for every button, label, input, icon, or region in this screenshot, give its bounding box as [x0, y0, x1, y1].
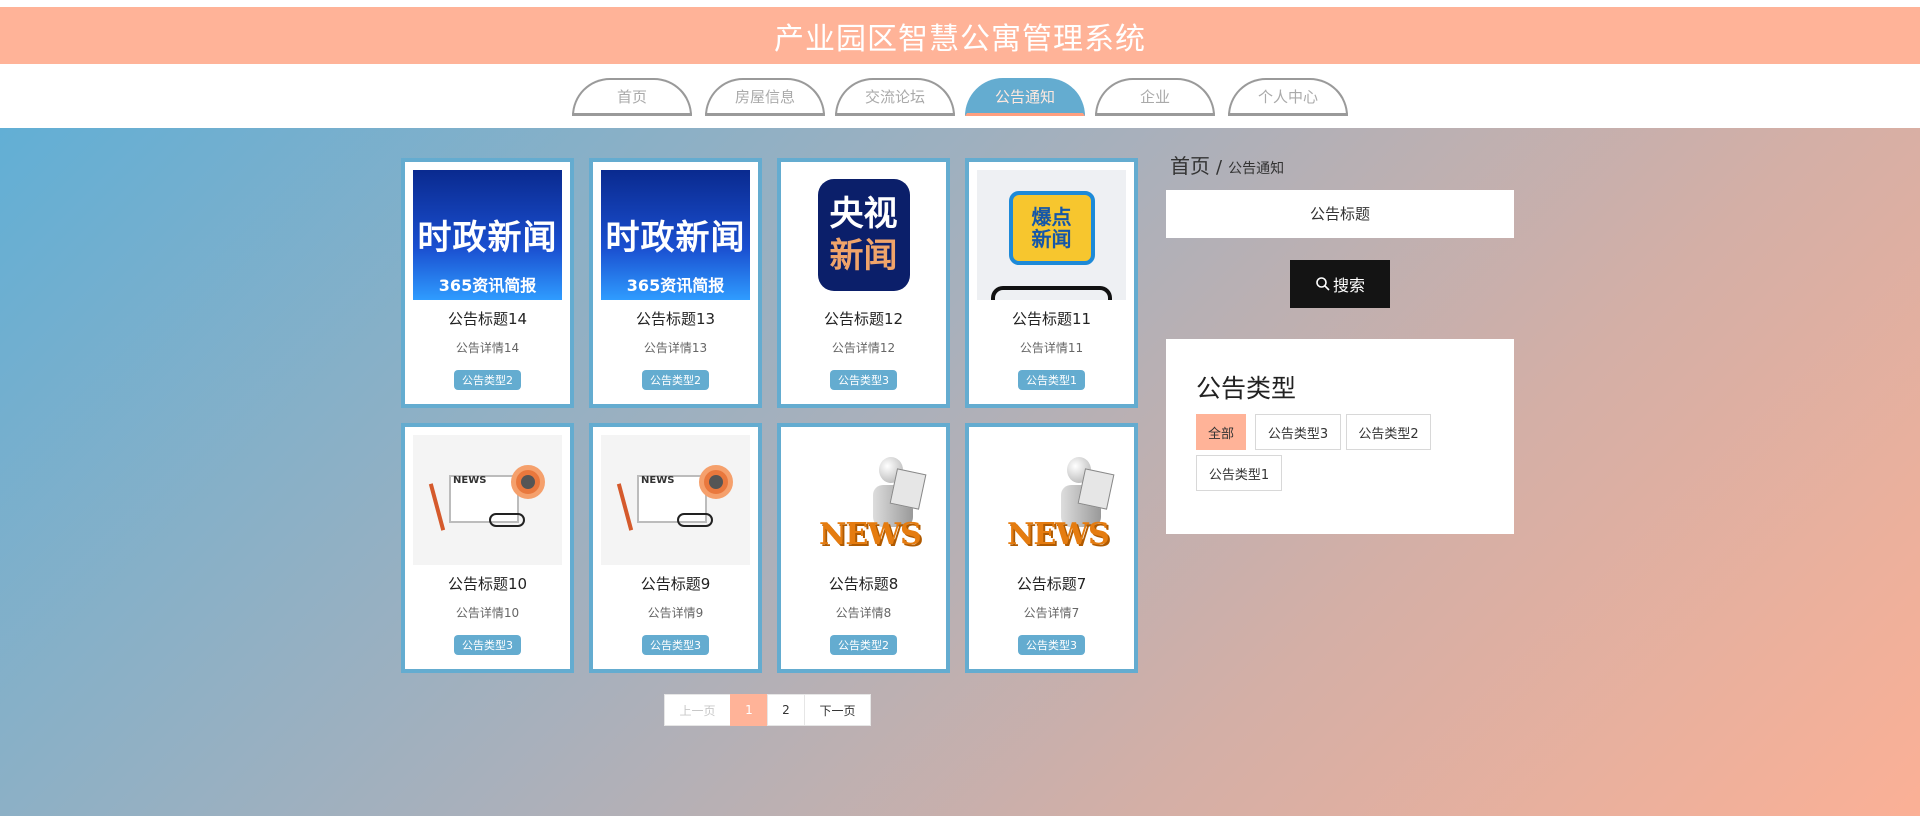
type-filter-heading: 公告类型 [1196, 374, 1297, 403]
content-area [0, 128, 1920, 816]
header-bar: 产业园区智慧公寓管理系统 [0, 7, 1920, 64]
image-subcaption: 365资讯简报 [438, 276, 537, 295]
app-title: 产业园区智慧公寓管理系统 [774, 21, 1146, 57]
image-caption: NEWS [1007, 517, 1110, 552]
notice-card[interactable]: NEWS 公告标题8 公告详情8 公告类型2 [777, 423, 950, 673]
type-filter-all[interactable]: 全部 [1196, 414, 1246, 450]
search-input[interactable] [1166, 190, 1514, 238]
notice-title[interactable]: 公告标题10 [448, 573, 527, 594]
notice-image: NEWS [789, 435, 938, 565]
cctv-logo: 央视 新闻 [817, 179, 910, 291]
pen-graphic [428, 483, 446, 531]
notice-card[interactable]: NEWS 公告标题10 公告详情10 公告类型3 [401, 423, 574, 673]
page-button-1[interactable]: 1 [730, 694, 768, 726]
notice-title[interactable]: 公告标题11 [1012, 308, 1091, 329]
phone-graphic [991, 286, 1112, 300]
image-caption: NEWS [641, 475, 675, 486]
image-caption: NEWS [453, 475, 487, 486]
notice-desc: 公告详情13 [643, 341, 708, 355]
notice-card[interactable]: NEWS 公告标题7 公告详情7 公告类型3 [965, 423, 1138, 673]
image-caption: 央视 [829, 194, 898, 234]
pagination: 上一页 1 2 下一页 [664, 694, 871, 726]
image-subcaption: 365资讯简报 [626, 276, 725, 295]
search-icon [1316, 277, 1330, 291]
notice-type-badge: 公告类型3 [454, 635, 521, 655]
page-button-2[interactable]: 2 [767, 694, 805, 726]
notice-desc: 公告详情12 [831, 341, 896, 355]
breadcrumb: 首页 / 公告通知 [1170, 150, 1284, 179]
nav-item-enterprise[interactable]: 企业 [1095, 78, 1215, 116]
main-nav: 首页 房屋信息 交流论坛 公告通知 企业 个人中心 [0, 64, 1920, 128]
notice-desc: 公告详情10 [455, 606, 520, 620]
breadcrumb-separator: / [1216, 157, 1223, 178]
notice-image: NEWS [413, 435, 562, 565]
notice-desc: 公告详情8 [835, 606, 892, 620]
coffee-cup-graphic [699, 465, 733, 499]
image-caption: 新闻 [829, 236, 898, 276]
notice-title[interactable]: 公告标题8 [829, 573, 899, 594]
notice-image: 时政新闻 365资讯简报 [413, 170, 562, 300]
next-page-button[interactable]: 下一页 [804, 694, 871, 726]
notice-card[interactable]: 时政新闻 365资讯简报 公告标题13 公告详情13 公告类型2 [589, 158, 762, 408]
coffee-cup-graphic [511, 465, 545, 499]
glasses-graphic [489, 513, 525, 527]
type-filter-3[interactable]: 公告类型3 [1255, 414, 1341, 450]
notice-title[interactable]: 公告标题13 [636, 308, 715, 329]
notice-type-badge: 公告类型3 [642, 635, 709, 655]
hot-news-badge: 爆点 新闻 [1008, 191, 1095, 265]
nav-item-forum[interactable]: 交流论坛 [835, 78, 955, 116]
notice-title[interactable]: 公告标题12 [824, 308, 903, 329]
nav-item-home[interactable]: 首页 [572, 78, 692, 116]
nav-item-housing[interactable]: 房屋信息 [705, 78, 825, 116]
newspaper-graphic [1077, 468, 1115, 510]
notice-card[interactable]: 央视 新闻 公告标题12 公告详情12 公告类型3 [777, 158, 950, 408]
notice-image: NEWS [601, 435, 750, 565]
search-button[interactable]: 搜索 [1290, 260, 1390, 308]
notice-desc: 公告详情7 [1023, 606, 1080, 620]
notice-desc: 公告详情11 [1019, 341, 1084, 355]
image-caption: NEWS [819, 517, 922, 552]
type-filter-1[interactable]: 公告类型1 [1196, 455, 1282, 491]
newspaper-graphic [889, 468, 927, 510]
type-filter-panel: 公告类型 全部 公告类型3 公告类型2 公告类型1 [1166, 339, 1514, 534]
breadcrumb-current: 公告通知 [1228, 161, 1285, 177]
search-button-label: 搜索 [1332, 276, 1365, 295]
pen-graphic [616, 483, 634, 531]
notice-title[interactable]: 公告标题7 [1017, 573, 1087, 594]
notice-desc: 公告详情9 [647, 606, 704, 620]
notice-type-badge: 公告类型2 [642, 370, 709, 390]
image-caption: 爆点 [1031, 205, 1072, 229]
notice-type-badge: 公告类型2 [454, 370, 521, 390]
notice-type-badge: 公告类型2 [830, 635, 897, 655]
notice-title[interactable]: 公告标题9 [641, 573, 711, 594]
breadcrumb-home[interactable]: 首页 [1170, 150, 1210, 179]
notice-title[interactable]: 公告标题14 [448, 308, 527, 329]
notice-desc: 公告详情14 [455, 341, 520, 355]
notice-type-badge: 公告类型3 [1018, 635, 1085, 655]
notice-card[interactable]: NEWS 公告标题9 公告详情9 公告类型3 [589, 423, 762, 673]
prev-page-button[interactable]: 上一页 [664, 694, 731, 726]
notice-image: 央视 新闻 [789, 170, 938, 300]
notice-image: 爆点 新闻 [977, 170, 1126, 300]
notice-image: NEWS [977, 435, 1126, 565]
nav-item-profile[interactable]: 个人中心 [1228, 78, 1348, 116]
notice-type-badge: 公告类型1 [1018, 370, 1085, 390]
nav-item-notices[interactable]: 公告通知 [965, 78, 1085, 116]
glasses-graphic [677, 513, 713, 527]
notice-image: 时政新闻 365资讯简报 [601, 170, 750, 300]
notice-card[interactable]: 爆点 新闻 公告标题11 公告详情11 公告类型1 [965, 158, 1138, 408]
type-filter-2[interactable]: 公告类型2 [1346, 414, 1431, 450]
image-caption: 时政新闻 [417, 218, 558, 258]
image-caption: 新闻 [1031, 227, 1072, 251]
notice-card[interactable]: 时政新闻 365资讯简报 公告标题14 公告详情14 公告类型2 [401, 158, 574, 408]
notice-type-badge: 公告类型3 [830, 370, 897, 390]
image-caption: 时政新闻 [605, 218, 746, 258]
